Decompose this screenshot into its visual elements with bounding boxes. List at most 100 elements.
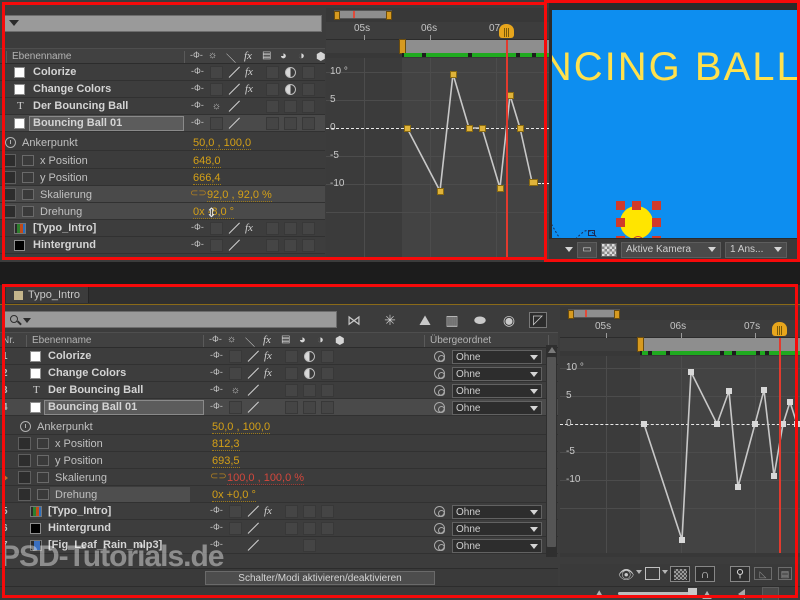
adjustment-layer-icon[interactable]: ◑: [298, 50, 310, 63]
3d-layer-toggle[interactable]: [321, 522, 334, 535]
shy-icon[interactable]: [210, 539, 224, 552]
quality-icon[interactable]: [228, 239, 241, 252]
3d-layer-toggle[interactable]: [302, 100, 315, 113]
motion-blur-toggle[interactable]: [284, 222, 297, 235]
bottom-graph-editor[interactable]: 05s 06s 07s 10 ° 5 0 -5 -10: [560, 307, 800, 557]
property-row-y-position[interactable]: y Position 666,4: [0, 169, 325, 186]
keyframe-marker[interactable]: [761, 387, 767, 393]
keyframe-marker[interactable]: [479, 125, 486, 132]
zoom-slider-track[interactable]: [618, 592, 696, 595]
graph-toggle-icon[interactable]: [37, 472, 49, 483]
comp-button[interactable]: [762, 587, 779, 600]
selection-handle[interactable]: [616, 201, 625, 210]
effects-fx-icon[interactable]: fx: [245, 83, 253, 95]
property-row-skalierung[interactable]: Skalierung ⊂⊃ 92,0 , 92,0 %: [0, 186, 325, 203]
table-row[interactable]: 7 [Fig_Leaf_Rain_mlp3] Ohne: [0, 537, 558, 554]
parent-pickwhip-icon[interactable]: [434, 506, 445, 517]
property-row-x-position[interactable]: x Position 648,0: [0, 152, 325, 169]
playhead-line[interactable]: [779, 338, 781, 553]
graph-toggle-icon[interactable]: [22, 172, 34, 183]
draft-3d-icon[interactable]: ✳: [381, 312, 399, 328]
effects-fx-icon[interactable]: fx: [245, 222, 253, 234]
scrollbar-thumb[interactable]: [547, 357, 556, 547]
frame-blend-icon[interactable]: ▤: [262, 50, 274, 63]
shy-icon[interactable]: -Ф-: [190, 50, 203, 63]
zoom-tool-icon[interactable]: ⚲: [730, 566, 750, 582]
timeline-navigator[interactable]: [334, 10, 392, 20]
keyframe-marker[interactable]: [450, 71, 457, 78]
collapse-toggle[interactable]: [229, 350, 242, 363]
frame-blend-toggle[interactable]: [285, 384, 298, 397]
table-row[interactable]: 6 Hintergrund Ohne: [0, 520, 558, 537]
collapse-toggle[interactable]: [229, 522, 242, 535]
keyframe-marker[interactable]: [679, 537, 685, 543]
layer-row[interactable]: [Typo_Intro] fx: [0, 220, 325, 237]
expand-triangle-icon[interactable]: [3, 474, 8, 482]
quality-icon[interactable]: [228, 222, 241, 235]
3d-layer-toggle[interactable]: [302, 66, 315, 79]
effects-fx-icon[interactable]: fx: [245, 66, 253, 78]
transparency-grid-icon[interactable]: [601, 242, 617, 257]
shy-icon[interactable]: [210, 505, 224, 518]
parent-select[interactable]: Ohne: [452, 505, 542, 519]
quality-icon[interactable]: [247, 505, 260, 518]
3d-layer-toggle[interactable]: [321, 350, 334, 363]
frame-blend-toggle[interactable]: [285, 522, 298, 535]
collapse-toggle[interactable]: [229, 505, 242, 518]
motion-blur-icon[interactable]: ◕: [280, 50, 292, 63]
work-area-start-handle[interactable]: [399, 39, 406, 54]
separate-dimensions-icon[interactable]: ▤: [778, 567, 792, 580]
list-view-icon[interactable]: [645, 567, 660, 580]
graph-toggle-icon[interactable]: [22, 155, 34, 166]
property-value[interactable]: 92,0 , 92,0 %: [207, 189, 272, 202]
quality-icon[interactable]: ＼: [245, 334, 257, 349]
time-ruler[interactable]: 05s 06s 07s: [326, 22, 549, 40]
frame-blend-toggle[interactable]: [266, 66, 279, 79]
composition-mini-flowchart-icon[interactable]: ⋈: [345, 312, 363, 328]
tab-typo-intro[interactable]: Typo_Intro: [6, 286, 89, 303]
effects-fx-icon[interactable]: fx: [264, 367, 272, 379]
parent-pickwhip-icon[interactable]: [434, 351, 445, 362]
quality-icon[interactable]: [247, 401, 260, 414]
shy-layers-icon[interactable]: ⬬: [471, 312, 489, 328]
motion-blur-toggle[interactable]: [303, 505, 316, 518]
graph-plot-area[interactable]: 10 ° 5 0 -5 -10: [326, 58, 549, 260]
frame-blend-toggle[interactable]: [285, 350, 298, 363]
composition-canvas[interactable]: UNCING BALL: [552, 10, 797, 248]
parent-select[interactable]: Ohne: [452, 350, 542, 364]
shy-icon[interactable]: [210, 522, 224, 535]
region-of-interest-button[interactable]: ▭: [577, 241, 597, 258]
playhead-line[interactable]: [506, 40, 508, 260]
keyframe-marker[interactable]: [787, 399, 793, 405]
3d-layer-toggle[interactable]: [302, 83, 315, 96]
adjustment-layer-icon[interactable]: ◑: [317, 334, 329, 347]
property-value[interactable]: 0x +0,0 °: [212, 489, 256, 502]
3d-layer-icon[interactable]: ⬢: [335, 334, 347, 347]
graph-toggle-icon[interactable]: [37, 438, 49, 449]
selection-handle[interactable]: [652, 218, 661, 227]
keyframe-marker[interactable]: [794, 421, 800, 427]
motion-blur-icon[interactable]: [285, 84, 296, 95]
keyframe-marker[interactable]: [404, 125, 411, 132]
layer-row[interactable]: T Der Bouncing Ball ☼: [0, 98, 325, 115]
keyframe-marker[interactable]: [517, 125, 524, 132]
keyframe-marker[interactable]: [641, 421, 647, 427]
frame-blend-toggle[interactable]: [285, 401, 298, 414]
stopwatch-icon[interactable]: [3, 154, 16, 167]
parent-select[interactable]: Ohne: [452, 367, 542, 381]
table-row[interactable]: 3 T Der Bouncing Ball ☼ Ohne: [0, 382, 558, 399]
motion-blur-toggle[interactable]: [284, 239, 297, 252]
timeline-navigator[interactable]: [568, 309, 620, 319]
property-row-y-position[interactable]: y Position 693,5: [0, 452, 558, 469]
3d-layer-toggle[interactable]: [321, 505, 334, 518]
stopwatch-icon[interactable]: [20, 421, 31, 432]
effects-fx-icon[interactable]: fx: [263, 334, 275, 347]
quality-icon[interactable]: [247, 384, 260, 397]
3d-layer-toggle[interactable]: [321, 401, 334, 414]
collapse-toggle[interactable]: [210, 117, 223, 130]
parent-pickwhip-icon[interactable]: [434, 523, 445, 534]
graph-toggle-icon[interactable]: [37, 489, 49, 500]
property-value[interactable]: 50,0 , 100,0: [193, 137, 252, 150]
shy-icon[interactable]: [191, 100, 205, 113]
property-row-drehung[interactable]: Drehung 0x -8,0 ° ⇕: [0, 203, 325, 220]
